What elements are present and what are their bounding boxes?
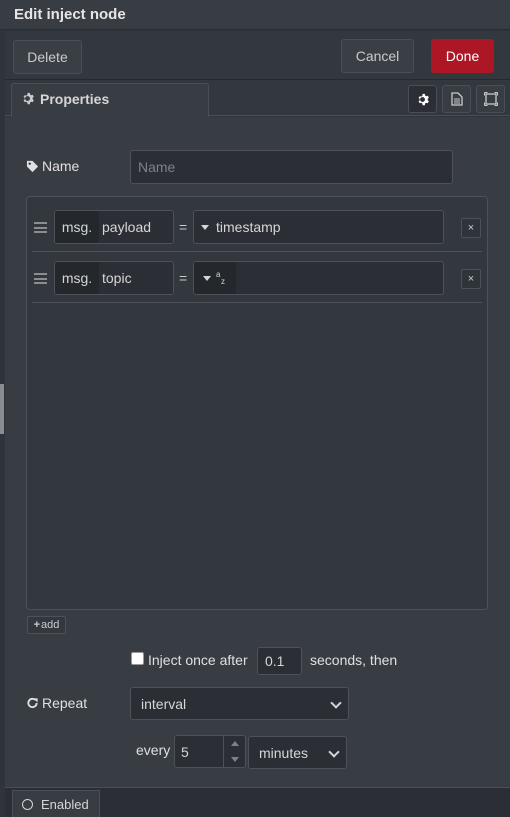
drag-handle-icon[interactable] xyxy=(34,222,47,233)
interval-count-input[interactable]: 5 xyxy=(174,735,246,768)
done-button[interactable]: Done xyxy=(431,39,494,73)
svg-text:z: z xyxy=(221,277,225,285)
property-value: timestamp xyxy=(216,219,281,235)
type-select-button[interactable] xyxy=(194,211,216,243)
interval-units-value: minutes xyxy=(259,744,309,761)
caret-down-icon xyxy=(201,224,209,230)
close-icon: × xyxy=(467,273,475,285)
spin-up-icon[interactable] xyxy=(230,741,239,747)
name-label: Name xyxy=(42,158,80,174)
name-placeholder: Name xyxy=(138,159,176,175)
property-value-input[interactable]: a z xyxy=(193,261,444,295)
delete-button[interactable]: Delete xyxy=(13,40,82,74)
remove-property-button[interactable]: × xyxy=(461,218,481,238)
circle-icon xyxy=(22,798,33,810)
description-icon xyxy=(450,92,463,106)
drag-handle-icon[interactable] xyxy=(34,273,47,284)
msg-prefix: msg. xyxy=(55,211,99,243)
add-label: add xyxy=(41,619,60,631)
string-az-icon: a z xyxy=(216,271,225,285)
interval-count-value: 5 xyxy=(181,743,189,760)
repeat-label: Repeat xyxy=(42,695,88,711)
row-divider xyxy=(32,251,482,252)
every-label: every xyxy=(136,742,171,758)
inject-once-checkbox[interactable] xyxy=(131,652,144,665)
remove-property-button[interactable]: × xyxy=(461,269,481,289)
interval-units-select[interactable]: minutes xyxy=(248,736,347,769)
inject-once-suffix: seconds, then xyxy=(310,652,398,668)
tab-properties-label: Properties xyxy=(40,91,110,107)
tag-icon xyxy=(26,160,39,173)
gear-icon xyxy=(418,93,429,105)
enabled-toggle[interactable]: Enabled xyxy=(12,790,100,817)
repeat-mode-value: interval xyxy=(141,695,187,712)
chevron-down-icon xyxy=(328,746,340,758)
caret-down-icon xyxy=(203,275,211,281)
property-key-input[interactable]: msg. payload xyxy=(54,210,174,244)
property-key: payload xyxy=(102,219,152,235)
add-property-button[interactable]: + add xyxy=(27,616,66,634)
spinner-buttons[interactable] xyxy=(223,736,245,767)
property-list xyxy=(26,196,488,610)
inject-once-label: Inject once after xyxy=(148,652,248,668)
inject-once-delay-input[interactable]: 0.1 xyxy=(257,647,302,675)
plus-icon: + xyxy=(33,619,41,631)
repeat-mode-select[interactable]: interval xyxy=(130,687,349,720)
cancel-button[interactable]: Cancel xyxy=(341,39,414,73)
repeat-icon xyxy=(27,697,38,709)
tab-appearance[interactable] xyxy=(476,85,505,113)
chevron-down-icon xyxy=(330,697,342,709)
equals-sign: = xyxy=(179,219,188,235)
row-divider xyxy=(32,302,482,303)
type-select-button[interactable]: a z xyxy=(194,262,236,294)
property-key-input[interactable]: msg. topic xyxy=(54,261,174,295)
resize-handle[interactable] xyxy=(0,384,4,434)
close-icon: × xyxy=(467,222,475,234)
msg-prefix: msg. xyxy=(55,262,99,294)
tray-title: Edit inject node xyxy=(14,6,126,23)
property-key: topic xyxy=(102,270,132,286)
tab-description[interactable] xyxy=(442,85,471,113)
tab-node-settings[interactable] xyxy=(408,85,437,113)
appearance-icon xyxy=(483,92,498,106)
equals-sign: = xyxy=(179,270,188,286)
property-value-input[interactable]: timestamp xyxy=(193,210,444,244)
enabled-label: Enabled xyxy=(41,796,89,812)
gear-icon xyxy=(23,92,34,105)
spin-down-icon[interactable] xyxy=(230,756,239,762)
name-input[interactable]: Name xyxy=(130,150,453,184)
